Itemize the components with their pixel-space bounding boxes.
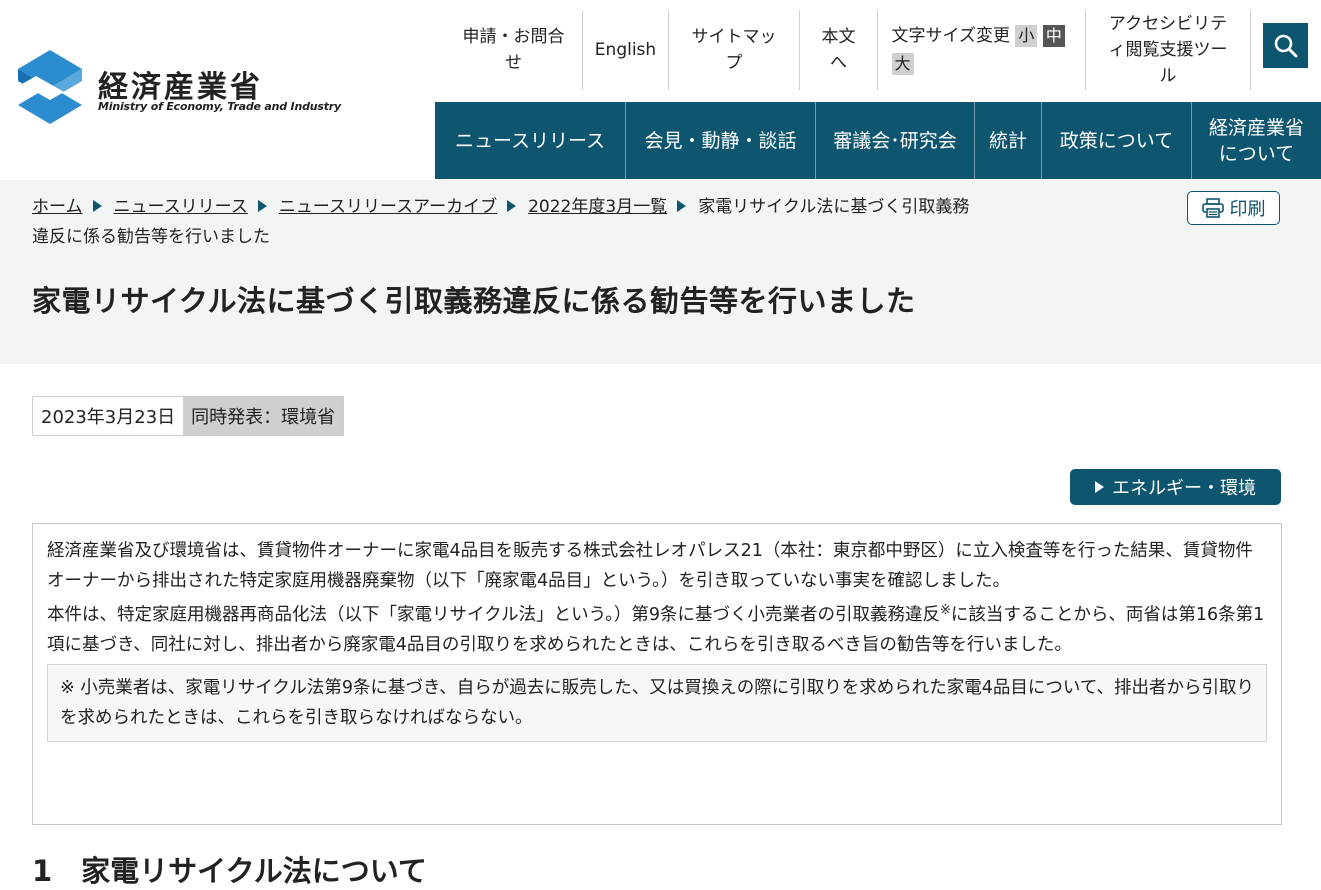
breadcrumb-arrow-icon <box>507 200 517 212</box>
play-arrow-icon <box>1095 481 1104 493</box>
font-size-small-button[interactable]: 小 <box>1015 25 1038 47</box>
release-date: 2023年3月23日 <box>33 397 184 435</box>
global-nav: ニュースリリース 会見・動静・談話 審議会･研究会 統計 政策について 経済産業… <box>435 102 1321 179</box>
joint-release: 同時発表：環境省 <box>183 397 344 435</box>
gnav-councils[interactable]: 審議会･研究会 <box>816 102 975 179</box>
breadcrumb-month[interactable]: 2022年度3月一覧 <box>528 197 667 217</box>
english-link[interactable]: English <box>583 10 669 90</box>
breadcrumb-home[interactable]: ホーム <box>32 197 83 217</box>
skip-to-main-link[interactable]: 本文へ <box>800 10 878 90</box>
breadcrumb-news[interactable]: ニュースリリース <box>114 197 248 217</box>
page-title: 家電リサイクル法に基づく引取義務違反に係る勧告等を行いました <box>32 284 916 318</box>
summary-paragraph-1: 経済産業省及び環境省は、賃貸物件オーナーに家電4品目を販売する株式会社レオパレス… <box>47 541 1253 591</box>
printer-icon <box>1201 198 1224 218</box>
skip-to-main-label: 本文へ <box>821 27 856 73</box>
gnav-news-release[interactable]: ニュースリリース <box>435 102 626 179</box>
english-label: English <box>594 40 657 60</box>
category-tag-label: エネルギー・環境 <box>1112 478 1256 499</box>
category-tag-energy[interactable]: エネルギー・環境 <box>1070 469 1281 505</box>
gnav-statistics[interactable]: 統計 <box>975 102 1042 179</box>
breadcrumb: ホーム ニュースリリース ニュースリリースアーカイブ 2022年度3月一覧 家電リサイク… <box>32 192 982 252</box>
summary-p2-before: 本件は、特定家庭用機器再商品化法（以下「家電リサイクル法」という。）第9条に基づ… <box>47 605 940 625</box>
font-size-large-button[interactable]: 大 <box>891 53 914 75</box>
breadcrumb-arrow-icon <box>92 200 102 212</box>
breadcrumb-archive[interactable]: ニュースリリースアーカイブ <box>279 197 497 217</box>
meti-logo-icon <box>18 50 82 124</box>
print-button[interactable]: 印刷 <box>1187 191 1280 225</box>
font-size-control: 文字サイズ変更 小 中 大 <box>878 10 1086 90</box>
section-heading-1: 1 家電リサイクル法について <box>32 854 427 888</box>
sitemap-link[interactable]: サイトマップ <box>669 10 800 90</box>
search-button[interactable] <box>1263 23 1308 68</box>
print-label: 印刷 <box>1229 199 1266 220</box>
summary-box: 経済産業省及び環境省は、賃貸物件オーナーに家電4品目を販売する株式会社レオパレス… <box>32 523 1282 825</box>
release-date-box: 2023年3月23日 同時発表：環境省 <box>32 396 345 436</box>
gnav-about-meti[interactable]: 経済産業省について <box>1192 102 1321 179</box>
note-box: ※ 小売業者は、家電リサイクル法第9条に基づき、自らが過去に販売した、又は買換え… <box>47 664 1267 742</box>
contact-link[interactable]: 申請・お問合せ <box>445 10 583 90</box>
font-size-label: 文字サイズ変更 <box>891 26 1011 46</box>
accessibility-link[interactable]: アクセシビリティ閲覧支援ツール <box>1086 10 1251 90</box>
font-size-medium-button[interactable]: 中 <box>1042 25 1065 47</box>
site-header: 経済産業省 Ministry of Economy, Trade and Ind… <box>0 0 1321 180</box>
search-icon <box>1274 34 1297 57</box>
accessibility-label: アクセシビリティ閲覧支援ツール <box>1108 14 1228 86</box>
contact-label: 申請・お問合せ <box>462 27 565 73</box>
note-text: ※ 小売業者は、家電リサイクル法第9条に基づき、自らが過去に販売した、又は買換え… <box>60 678 1254 728</box>
meti-logo-link[interactable]: 経済産業省 Ministry of Economy, Trade and Ind… <box>16 48 341 128</box>
summary-paragraph-2: 本件は、特定家庭用機器再商品化法（以下「家電リサイクル法」という。）第9条に基づ… <box>47 600 1267 660</box>
breadcrumb-arrow-icon <box>677 200 687 212</box>
breadcrumb-arrow-icon <box>257 200 267 212</box>
note-mark: ※ <box>939 603 951 618</box>
sitemap-label: サイトマップ <box>691 27 777 73</box>
logo-english: Ministry of Economy, Trade and Industry <box>98 100 341 113</box>
font-size-group: 文字サイズ変更 小 中 大 <box>891 22 1072 78</box>
gnav-policy[interactable]: 政策について <box>1042 102 1192 179</box>
gnav-press-conference[interactable]: 会見・動静・談話 <box>626 102 816 179</box>
